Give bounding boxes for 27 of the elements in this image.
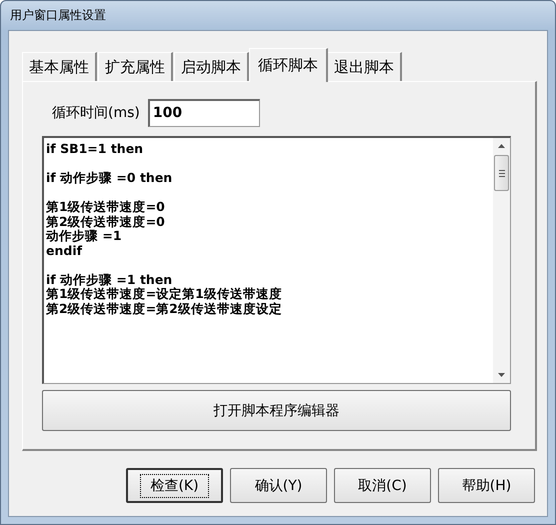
cycle-time-field[interactable]: 100 xyxy=(148,98,260,126)
open-script-editor-button[interactable]: 打开脚本程序编辑器 xyxy=(42,390,511,431)
script-line: if SB1=1 then xyxy=(46,142,144,156)
window-title: 用户窗口属性设置 xyxy=(9,7,106,24)
tab[interactable]: 扩充属性 xyxy=(98,52,173,82)
tab[interactable]: 退出脚本 xyxy=(327,52,402,82)
scrollbar[interactable] xyxy=(493,138,510,383)
script-text-area[interactable]: if SB1=1 then if 动作步骤 =0 then 第1级传送带速度=0 第2级传送带速度=0 动作步骤 =1 endif if 动作步骤 =1 then 第1级传送带速度=设定第1级传送带速度 第2级传送带速度=第2级传送带速度设定 xyxy=(42,136,511,384)
dialog-button[interactable]: 检查(K) xyxy=(126,468,223,503)
script-line: 第2级传送带速度=0 xyxy=(46,214,166,229)
script-line: if 动作步骤 =1 then xyxy=(46,272,174,287)
dialog-button[interactable]: 帮助(H) xyxy=(438,468,535,503)
scroll-thumb[interactable] xyxy=(494,155,509,191)
tab[interactable]: 基本属性 xyxy=(22,52,97,82)
scroll-down-arrow-icon[interactable] xyxy=(498,373,505,377)
tab[interactable]: 循环脚本 xyxy=(249,48,328,82)
script-line: 第2级传送带速度=第2级传送带速度设定 xyxy=(46,302,283,316)
script-line: 第1级传送带速度=设定第1级传送带速度 xyxy=(46,287,283,302)
script-line: 动作步骤 =1 xyxy=(46,229,123,244)
dialog-button[interactable]: 确认(Y) xyxy=(230,468,327,503)
cycle-time-label: 循环时间(ms) xyxy=(52,104,140,122)
script-line: if 动作步骤 =0 then xyxy=(46,171,174,186)
script-line: endif xyxy=(46,244,84,258)
tab[interactable]: 启动脚本 xyxy=(174,52,249,82)
dialog-button[interactable]: 取消(C) xyxy=(334,468,431,503)
script-line: 第1级传送带速度=0 xyxy=(46,200,166,214)
scroll-up-arrow-icon[interactable] xyxy=(498,144,505,148)
